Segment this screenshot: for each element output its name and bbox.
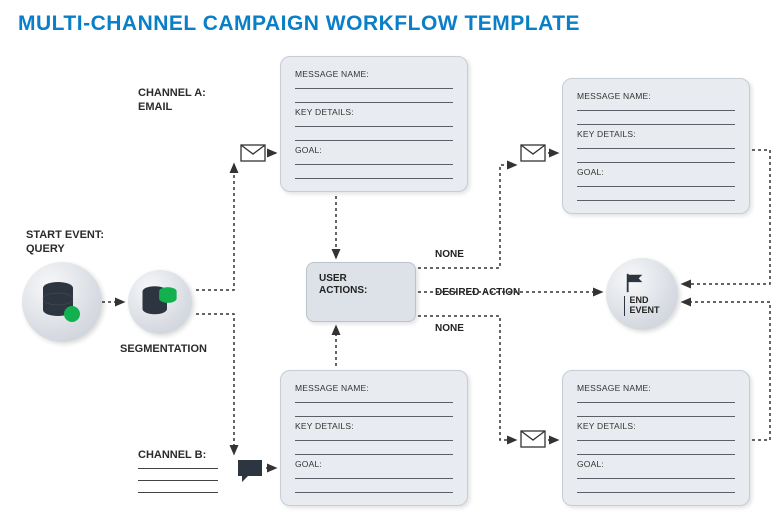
- input-line[interactable]: [138, 468, 218, 469]
- input-line[interactable]: [295, 393, 453, 403]
- goal-label: GOAL:: [295, 459, 453, 469]
- msg-name-label: MESSAGE NAME:: [295, 69, 453, 79]
- page-title: MULTI-CHANNEL CAMPAIGN WORKFLOW TEMPLATE: [18, 12, 580, 36]
- input-line[interactable]: [138, 492, 218, 493]
- input-line[interactable]: [577, 139, 735, 149]
- goal-label: GOAL:: [577, 459, 735, 469]
- input-line[interactable]: [577, 407, 735, 417]
- input-line[interactable]: [295, 407, 453, 417]
- input-line[interactable]: [577, 483, 735, 493]
- flag-icon: [624, 272, 646, 294]
- goal-label: GOAL:: [295, 145, 453, 155]
- start-event-line2: QUERY: [26, 243, 65, 255]
- channel-b-label: CHANNEL B:: [138, 448, 206, 462]
- channel-a-line1: CHANNEL A:: [138, 87, 206, 99]
- input-line[interactable]: [295, 445, 453, 455]
- input-line[interactable]: [577, 191, 735, 201]
- input-line[interactable]: [577, 445, 735, 455]
- database-segment-icon: [139, 281, 181, 323]
- msg-name-label: MESSAGE NAME:: [295, 383, 453, 393]
- msg-name-label: MESSAGE NAME:: [577, 91, 735, 101]
- input-line[interactable]: [295, 131, 453, 141]
- input-line[interactable]: [577, 101, 735, 111]
- message-card-top-left: MESSAGE NAME: KEY DETAILS: GOAL:: [280, 56, 468, 192]
- input-line[interactable]: [577, 431, 735, 441]
- input-line[interactable]: [577, 177, 735, 187]
- edge-label-none-bottom: NONE: [432, 322, 467, 335]
- key-details-label: KEY DETAILS:: [295, 421, 453, 431]
- edge-label-none-top: NONE: [432, 248, 467, 261]
- input-line[interactable]: [577, 469, 735, 479]
- input-line[interactable]: [577, 153, 735, 163]
- input-line[interactable]: [295, 79, 453, 89]
- message-card-bottom-right: MESSAGE NAME: KEY DETAILS: GOAL:: [562, 370, 750, 506]
- user-actions-line1: USER: [319, 273, 347, 284]
- user-actions-line2: ACTIONS:: [319, 285, 367, 296]
- input-line[interactable]: [295, 483, 453, 493]
- start-event-label: START EVENT: QUERY: [26, 228, 104, 257]
- envelope-icon: [520, 144, 546, 162]
- message-card-bottom-left: MESSAGE NAME: KEY DETAILS: GOAL:: [280, 370, 468, 506]
- end-event-line2: EVENT: [629, 305, 659, 315]
- database-icon: [38, 278, 86, 326]
- input-line[interactable]: [295, 169, 453, 179]
- key-details-label: KEY DETAILS:: [577, 421, 735, 431]
- user-actions-node: USERACTIONS:: [306, 262, 416, 322]
- end-event-node: END EVENT: [606, 258, 678, 330]
- msg-name-label: MESSAGE NAME:: [577, 383, 735, 393]
- input-line[interactable]: [295, 93, 453, 103]
- chat-bubble-icon: [236, 458, 264, 484]
- input-line[interactable]: [295, 469, 453, 479]
- channel-a-label: CHANNEL A: EMAIL: [138, 86, 206, 115]
- goal-label: GOAL:: [577, 167, 735, 177]
- message-card-top-right: MESSAGE NAME: KEY DETAILS: GOAL:: [562, 78, 750, 214]
- segmentation-label: SEGMENTATION: [120, 342, 207, 356]
- key-details-label: KEY DETAILS:: [577, 129, 735, 139]
- start-event-line1: START EVENT:: [26, 229, 104, 241]
- input-line[interactable]: [577, 115, 735, 125]
- input-line[interactable]: [295, 431, 453, 441]
- start-event-node: [22, 262, 102, 342]
- envelope-icon: [520, 430, 546, 448]
- envelope-icon: [240, 144, 266, 162]
- channel-a-line2: EMAIL: [138, 101, 172, 113]
- key-details-label: KEY DETAILS:: [295, 107, 453, 117]
- segmentation-node: [128, 270, 192, 334]
- input-line[interactable]: [295, 117, 453, 127]
- input-line[interactable]: [295, 155, 453, 165]
- end-event-line1: END: [629, 295, 648, 305]
- input-line[interactable]: [138, 480, 218, 481]
- edge-label-desired: DESIRED ACTION: [432, 286, 523, 299]
- input-line[interactable]: [577, 393, 735, 403]
